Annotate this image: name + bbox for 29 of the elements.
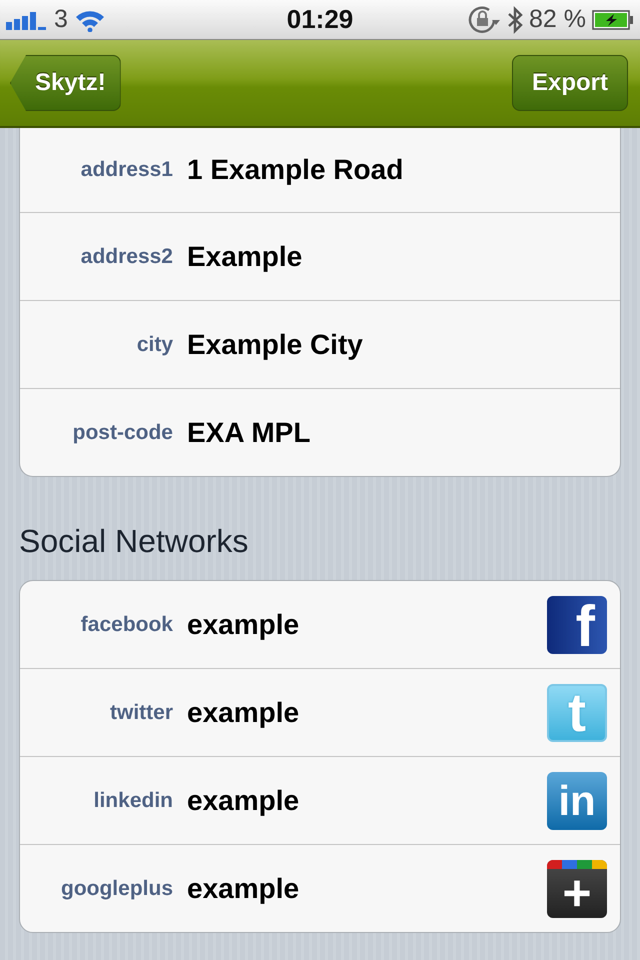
bluetooth-icon [507,6,524,34]
field-value: example [187,696,300,728]
field-label: googleplus [60,876,174,900]
field-label: linkedin [92,788,174,812]
battery-icon [592,10,634,30]
field-value: Example City [187,328,364,360]
back-button[interactable]: Skytz! [10,55,121,111]
status-time: 01:29 [286,4,354,35]
field-label: facebook [80,612,174,636]
field-label: city [136,332,174,356]
field-value: example [187,608,300,640]
signal-icon [6,10,48,30]
plus-icon[interactable]: + [547,860,607,918]
field-label: address1 [80,158,174,182]
field-label: address2 [80,244,174,268]
facebook-icon[interactable]: f [547,596,607,654]
export-button[interactable]: Export [512,55,628,111]
field-value: example [187,784,300,816]
linkedin-icon[interactable]: in [547,772,607,830]
field-value: EXA MPL [187,416,312,448]
section-header: Social Networks [19,522,250,561]
field-value: Example [187,240,304,272]
field-value: 1 Example Road [187,154,404,186]
field-label: twitter [109,700,174,724]
battery-percentage: 82 % [529,5,586,34]
carrier-name: 3 [54,5,68,34]
field-label: post-code [72,420,174,444]
rotation-lock-icon [467,4,502,34]
field-value: example [187,872,300,904]
